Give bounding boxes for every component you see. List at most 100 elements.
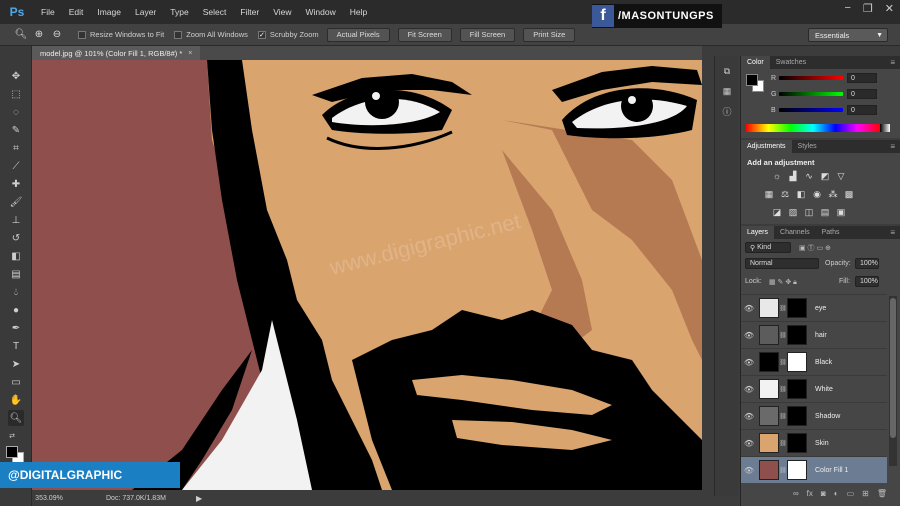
lasso-tool-icon[interactable]: ◌ bbox=[8, 104, 24, 120]
menu-window[interactable]: Window bbox=[298, 0, 342, 24]
tab-layers[interactable]: Layers bbox=[741, 226, 775, 239]
restore-icon[interactable]: ❐ bbox=[863, 2, 873, 15]
layer-row[interactable]: 👁︎ ⛓︎ hair bbox=[741, 321, 887, 348]
dodge-tool-icon[interactable]: ● bbox=[8, 302, 24, 318]
hand-tool-icon[interactable]: ✋ bbox=[8, 392, 24, 408]
levels-icon[interactable]: ▟ bbox=[787, 170, 799, 182]
type-tool-icon[interactable]: T bbox=[8, 338, 24, 354]
scrubby-zoom-checkbox[interactable]: ✓ Scrubby Zoom bbox=[257, 30, 319, 39]
menu-select[interactable]: Select bbox=[196, 0, 234, 24]
hue-saturation-icon[interactable]: ▦ bbox=[763, 188, 775, 200]
panel-menu-icon[interactable]: ≡ bbox=[890, 226, 900, 239]
quick-select-tool-icon[interactable]: ✎ bbox=[8, 122, 24, 138]
layer-thumbnail[interactable] bbox=[759, 379, 779, 399]
invert-icon[interactable]: ◪ bbox=[771, 206, 783, 218]
zoom-readout[interactable]: 353.09% bbox=[32, 495, 66, 502]
zoom-out-icon[interactable]: ⊖ bbox=[50, 28, 64, 42]
panel-menu-icon[interactable]: ≡ bbox=[890, 56, 900, 69]
color-balance-icon[interactable]: ⚖ bbox=[779, 188, 791, 200]
pen-tool-icon[interactable]: ✒ bbox=[8, 320, 24, 336]
layer-mask-thumbnail[interactable] bbox=[787, 325, 807, 345]
tab-channels[interactable]: Channels bbox=[774, 226, 816, 239]
minimize-icon[interactable]: − bbox=[844, 2, 850, 15]
layer-mask-thumbnail[interactable] bbox=[787, 298, 807, 318]
delete-layer-icon[interactable]: 🗑︎ bbox=[877, 489, 887, 498]
layer-row[interactable]: 👁︎ ⛓︎ Color Fill 1 bbox=[741, 456, 887, 483]
eyedropper-tool-icon[interactable]: ⟋ bbox=[8, 158, 24, 174]
menu-file[interactable]: File bbox=[34, 0, 62, 24]
mask-link-icon[interactable]: ⛓︎ bbox=[779, 413, 787, 420]
layer-thumbnail[interactable] bbox=[759, 298, 779, 318]
path-select-tool-icon[interactable]: ➤ bbox=[8, 356, 24, 372]
layer-mask-thumbnail[interactable] bbox=[787, 460, 807, 480]
fill-screen-button[interactable]: Fill Screen bbox=[459, 27, 516, 42]
visibility-eye-icon[interactable]: 👁︎ bbox=[741, 331, 757, 340]
black-white-icon[interactable]: ◧ bbox=[795, 188, 807, 200]
link-layers-icon[interactable]: ∞ bbox=[793, 489, 799, 498]
layer-mask-thumbnail[interactable] bbox=[787, 433, 807, 453]
menu-type[interactable]: Type bbox=[163, 0, 195, 24]
layer-row[interactable]: 👁︎ ⛓︎ Skin bbox=[741, 429, 887, 456]
shape-tool-icon[interactable]: ▭ bbox=[8, 374, 24, 390]
print-size-button[interactable]: Print Size bbox=[523, 27, 576, 42]
green-slider[interactable] bbox=[779, 92, 843, 96]
threshold-icon[interactable]: ◫ bbox=[803, 206, 815, 218]
layers-scrollbar-thumb[interactable] bbox=[890, 298, 896, 438]
crop-tool-icon[interactable]: ⌗ bbox=[8, 140, 24, 156]
layer-mask-thumbnail[interactable] bbox=[787, 406, 807, 426]
blue-slider[interactable] bbox=[779, 108, 843, 112]
color-lookup-icon[interactable]: ▩ bbox=[843, 188, 855, 200]
foreground-color-swatch[interactable] bbox=[6, 446, 18, 458]
layer-thumbnail[interactable] bbox=[759, 460, 779, 480]
eraser-tool-icon[interactable]: ◧ bbox=[8, 248, 24, 264]
blue-value[interactable]: 0 bbox=[847, 105, 877, 115]
document-canvas[interactable]: www.digigraphic.net bbox=[32, 60, 702, 490]
history-brush-tool-icon[interactable]: ↺ bbox=[8, 230, 24, 246]
red-slider[interactable] bbox=[779, 76, 843, 80]
layers-scrollbar[interactable] bbox=[889, 296, 897, 466]
move-tool-icon[interactable]: ✥ bbox=[8, 68, 24, 84]
vibrance-icon[interactable]: ▽ bbox=[835, 170, 847, 182]
color-panel-foreground-swatch[interactable] bbox=[746, 74, 758, 86]
layer-row[interactable]: 👁︎ ⛓︎ eye bbox=[741, 294, 887, 321]
layer-thumbnail[interactable] bbox=[759, 352, 779, 372]
workspace-select[interactable]: Essentials ▼ bbox=[808, 28, 888, 42]
clone-stamp-tool-icon[interactable]: ⊥ bbox=[8, 212, 24, 228]
menu-view[interactable]: View bbox=[266, 0, 298, 24]
close-tab-icon[interactable]: × bbox=[188, 50, 192, 57]
layer-filter-icons[interactable]: ▣ Ⓣ ▭ ⊕ bbox=[799, 243, 831, 253]
layer-row[interactable]: 👁︎ ⛓︎ Shadow bbox=[741, 402, 887, 429]
mask-link-icon[interactable]: ⛓︎ bbox=[779, 332, 787, 339]
curves-icon[interactable]: ∿ bbox=[803, 170, 815, 182]
info-panel-icon[interactable]: ⓘ bbox=[720, 104, 734, 118]
zoom-in-icon[interactable]: ⊕ bbox=[32, 28, 46, 42]
brush-tool-icon[interactable]: 🖌︎ bbox=[8, 194, 24, 210]
layer-thumbnail[interactable] bbox=[759, 433, 779, 453]
green-value[interactable]: 0 bbox=[847, 89, 877, 99]
new-adjustment-icon[interactable]: ◐ bbox=[834, 489, 839, 498]
fill-field[interactable]: 100% bbox=[855, 276, 879, 287]
layer-style-icon[interactable]: fx bbox=[807, 489, 813, 498]
layer-thumbnail[interactable] bbox=[759, 325, 779, 345]
photo-filter-icon[interactable]: ◉ bbox=[811, 188, 823, 200]
gradient-map-icon[interactable]: ▤ bbox=[819, 206, 831, 218]
resize-windows-checkbox[interactable]: Resize Windows to Fit bbox=[78, 30, 164, 39]
history-panel-icon[interactable]: ⧉ bbox=[720, 64, 734, 78]
menu-edit[interactable]: Edit bbox=[62, 0, 91, 24]
exposure-icon[interactable]: ◩ bbox=[819, 170, 831, 182]
brightness-icon[interactable]: ☼ bbox=[771, 170, 783, 182]
layer-mask-thumbnail[interactable] bbox=[787, 352, 807, 372]
blur-tool-icon[interactable]: 💧︎ bbox=[8, 284, 24, 300]
menu-layer[interactable]: Layer bbox=[128, 0, 163, 24]
black-white-ramp[interactable] bbox=[880, 124, 890, 132]
tab-styles[interactable]: Styles bbox=[792, 140, 823, 153]
add-mask-icon[interactable]: ◙ bbox=[821, 489, 826, 498]
properties-panel-icon[interactable]: ▦ bbox=[720, 84, 734, 98]
panel-menu-icon[interactable]: ≡ bbox=[890, 140, 900, 153]
lock-options-icons[interactable]: ▦ ✎ ✥ 🔒︎ bbox=[769, 278, 797, 287]
close-icon[interactable]: ✕ bbox=[885, 2, 894, 15]
layer-mask-thumbnail[interactable] bbox=[787, 379, 807, 399]
blend-mode-select[interactable]: Normal bbox=[745, 258, 819, 269]
zoom-all-windows-checkbox[interactable]: Zoom All Windows bbox=[174, 30, 248, 39]
marquee-tool-icon[interactable]: ⬚ bbox=[8, 86, 24, 102]
